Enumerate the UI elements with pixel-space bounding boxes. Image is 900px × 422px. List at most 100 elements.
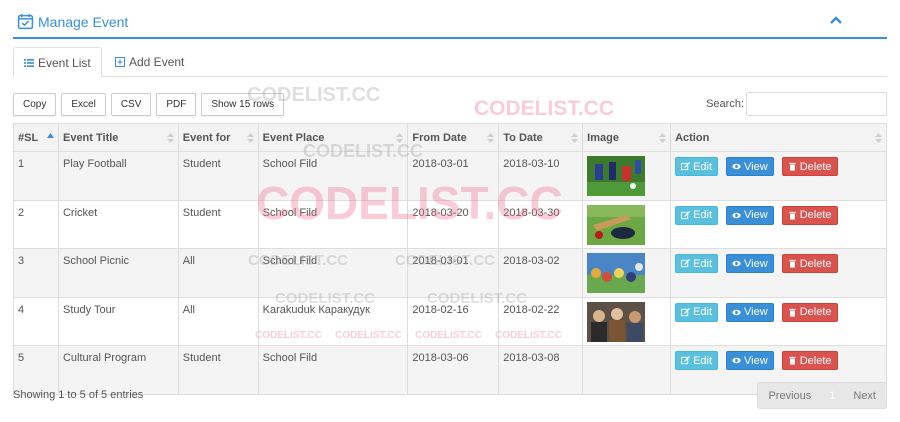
cell-place: School Fild <box>257 345 409 395</box>
sort-icon <box>659 133 667 143</box>
chevron-up-icon[interactable] <box>829 14 843 26</box>
cell-actions: Edit View Delete <box>670 151 887 201</box>
view-button[interactable]: View <box>726 302 774 322</box>
pdf-button[interactable]: PDF <box>156 93 197 116</box>
cell-sl: 2 <box>13 199 59 250</box>
cell-to: 2018-02-22 <box>498 296 584 347</box>
cell-for: Student <box>177 345 259 395</box>
eye-icon <box>732 260 741 267</box>
edit-icon <box>681 259 691 268</box>
edit-button[interactable]: Edit <box>675 302 719 322</box>
table-header-row: #SL Event Title Event for Event Place Fr… <box>13 123 887 152</box>
page-title: Manage Event <box>38 13 129 30</box>
cell-actions: Edit View Delete <box>670 296 887 347</box>
eye-icon <box>732 309 741 315</box>
page-length-button[interactable]: Show 15 rows <box>201 93 285 116</box>
search-box: Search: <box>706 92 887 116</box>
tab-add-event[interactable]: Add Event <box>105 47 194 77</box>
cell-for: All <box>177 296 259 347</box>
eye-icon <box>732 212 741 218</box>
trash-icon <box>789 162 796 171</box>
cell-to: 2018-03-02 <box>498 248 584 298</box>
calendar-check-icon <box>17 14 34 30</box>
cell-to: 2018-03-30 <box>498 199 584 250</box>
excel-button[interactable]: Excel <box>61 93 106 116</box>
delete-button[interactable]: Delete <box>781 254 838 274</box>
cell-to: 2018-03-10 <box>498 151 584 201</box>
cell-sl: 5 <box>13 345 59 395</box>
csv-button[interactable]: CSV <box>110 93 152 116</box>
table-row: 2 Cricket Student School Fild 2018-03-20… <box>13 199 887 250</box>
sort-icon <box>571 133 579 143</box>
tab-event-list[interactable]: Event List <box>13 47 102 78</box>
eye-icon <box>732 358 741 364</box>
column-header-from[interactable]: From Date <box>407 123 500 152</box>
cell-to: 2018-03-08 <box>498 345 584 395</box>
column-header-action[interactable]: Action <box>670 123 887 152</box>
cell-sl: 1 <box>13 151 59 201</box>
sort-icon <box>487 133 495 143</box>
next-button[interactable]: Next <box>843 383 886 408</box>
table-row: 4 Study Tour All Karakuduk Каракудук 201… <box>13 296 887 347</box>
football-photo <box>587 156 646 196</box>
view-button[interactable]: View <box>726 205 774 225</box>
edit-button[interactable]: Edit <box>675 157 719 176</box>
cell-title: School Picnic <box>57 248 179 298</box>
column-header-title[interactable]: Event Title <box>57 123 179 152</box>
sort-icon <box>166 133 174 143</box>
cell-place: School Fild <box>257 248 409 298</box>
delete-button[interactable]: Delete <box>781 157 838 176</box>
sort-icon <box>875 133 882 143</box>
panel-header: Manage Event <box>13 8 887 39</box>
search-label: Search: <box>706 98 744 110</box>
table-row: 5 Cultural Program Student School Fild 2… <box>13 345 887 395</box>
search-input[interactable] <box>746 92 887 116</box>
view-button[interactable]: View <box>726 157 774 176</box>
previous-button[interactable]: Previous <box>758 383 821 408</box>
edit-button[interactable]: Edit <box>675 254 719 274</box>
cell-title: Cultural Program <box>57 345 179 395</box>
picnic-photo <box>587 253 646 294</box>
copy-button[interactable]: Copy <box>13 93 57 116</box>
cell-for: Student <box>177 199 259 250</box>
cell-from: 2018-02-16 <box>407 296 500 347</box>
delete-button[interactable]: Delete <box>781 205 838 225</box>
cell-for: Student <box>177 151 259 201</box>
cell-sl: 4 <box>13 296 59 347</box>
tour-photo <box>587 301 646 342</box>
table-info: Showing 1 to 5 of 5 entries <box>13 389 144 401</box>
edit-button[interactable]: Edit <box>675 351 719 371</box>
cell-place: School Fild <box>257 199 409 250</box>
view-button[interactable]: View <box>726 254 774 274</box>
cell-place: School Fild <box>257 151 409 201</box>
edit-icon <box>681 162 691 171</box>
list-icon <box>24 58 34 67</box>
cell-image <box>582 151 672 201</box>
table-row: 1 Play Football Student School Fild 2018… <box>13 151 887 201</box>
delete-button[interactable]: Delete <box>781 351 838 371</box>
cell-from: 2018-03-01 <box>407 151 500 201</box>
cell-image <box>582 296 672 347</box>
cell-actions: Edit View Delete <box>670 248 887 298</box>
column-header-place[interactable]: Event Place <box>257 123 409 152</box>
column-header-sl[interactable]: #SL <box>13 123 59 152</box>
delete-button[interactable]: Delete <box>781 302 838 322</box>
cell-image <box>582 345 672 395</box>
tab-label: Add Event <box>129 55 185 69</box>
column-header-to[interactable]: To Date <box>498 123 584 152</box>
cell-for: All <box>177 248 259 298</box>
page-number-button[interactable]: 1 <box>821 383 844 408</box>
column-header-for[interactable]: Event for <box>177 123 259 152</box>
edit-button[interactable]: Edit <box>675 205 719 225</box>
export-toolbar: Copy Excel CSV PDF Show 15 rows <box>13 93 285 116</box>
cell-from: 2018-03-01 <box>407 248 500 298</box>
cell-image <box>582 199 672 250</box>
cell-image <box>582 248 672 298</box>
watermark: CODELIST.CC <box>474 97 615 120</box>
cell-actions: Edit View Delete <box>670 199 887 250</box>
view-button[interactable]: View <box>726 351 774 371</box>
column-header-image[interactable]: Image <box>582 123 672 152</box>
cell-from: 2018-03-20 <box>407 199 500 250</box>
trash-icon <box>789 357 796 365</box>
cricket-photo <box>587 204 646 245</box>
